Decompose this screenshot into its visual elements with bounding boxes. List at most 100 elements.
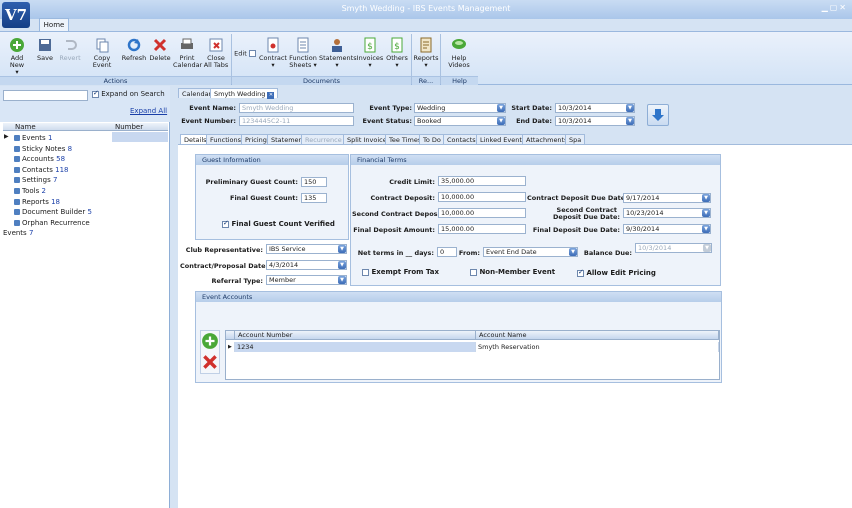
arrow-down-icon xyxy=(652,109,664,121)
tab-contacts[interactable]: Contacts xyxy=(443,134,480,144)
credit-limit-field[interactable]: 35,000.00 xyxy=(438,176,526,186)
nav-grid-header: Name Number xyxy=(3,123,168,131)
event-number-field[interactable]: 1234445C2-11 xyxy=(239,116,354,126)
close-tab-icon[interactable]: ✕ xyxy=(267,92,275,99)
nav-item[interactable]: Accounts 58 xyxy=(3,154,113,164)
expand-on-search-checkbox[interactable]: Expand on Search xyxy=(92,89,165,98)
event-type-select[interactable]: Wedding ▼ xyxy=(414,103,506,113)
function-sheets-button[interactable]: Function Sheets ▾ xyxy=(289,37,317,69)
guest-panel-title: Guest Information xyxy=(196,155,348,165)
balance-due-field[interactable]: 10/3/2014 ▼ xyxy=(635,243,712,253)
add-account-icon[interactable] xyxy=(201,332,219,350)
allow-edit-pricing-checkbox[interactable]: Allow Edit Pricing xyxy=(577,268,656,277)
tab-to-do[interactable]: To Do xyxy=(419,134,445,144)
delete-button[interactable]: Delete xyxy=(149,37,171,62)
net-terms-field[interactable]: 0 xyxy=(437,247,457,257)
invoices-button[interactable]: $ Invoices ▾ xyxy=(356,37,384,69)
event-name-label: Event Name: xyxy=(189,104,236,112)
nav-item[interactable]: Events 1 xyxy=(3,133,113,143)
tab-split-invoice[interactable]: Split Invoice xyxy=(343,134,391,144)
add-new-label: Add New xyxy=(9,54,25,69)
refresh-button[interactable]: Refresh xyxy=(121,37,147,62)
edit-button[interactable]: Edit xyxy=(233,50,257,58)
prelim-count-field[interactable]: 150 xyxy=(301,177,327,187)
nav-item[interactable]: Orphan Recurrence Events 7 xyxy=(3,218,113,237)
checkbox-icon xyxy=(470,268,477,276)
from-select[interactable]: Event End Date ▼ xyxy=(483,247,578,257)
credit-limit-label: Credit Limit: xyxy=(389,178,435,186)
contract-deposit-field[interactable]: 10,000.00 xyxy=(438,192,526,202)
nav-item[interactable]: Tools 2 xyxy=(3,186,113,196)
statements-button[interactable]: Statements ▾ xyxy=(319,37,357,69)
nav-item[interactable]: Sticky Notes 8 xyxy=(3,144,113,154)
help-videos-button[interactable]: Help Videos xyxy=(442,37,476,69)
second-deposit-field[interactable]: 10,000.00 xyxy=(438,208,526,218)
final-count-verified-checkbox[interactable]: Final Guest Count Verified xyxy=(222,219,335,228)
add-new-button[interactable]: Add New ▾ xyxy=(3,37,31,76)
remove-account-icon[interactable] xyxy=(201,353,219,371)
doc-tab-smyth-wedding[interactable]: Smyth Wedding ✕ xyxy=(210,88,279,99)
event-name-field[interactable]: Smyth Wedding xyxy=(239,103,354,113)
others-button[interactable]: $ Others ▾ xyxy=(385,37,409,69)
club-rep-select[interactable]: IBS Service ▼ xyxy=(266,244,347,254)
expand-all-link[interactable]: Expand All xyxy=(130,107,167,115)
statements-label: Statements xyxy=(319,54,357,62)
event-number-label: Event Number: xyxy=(181,117,236,125)
scd-due-value: 10/23/2014 xyxy=(626,209,664,217)
event-status-value: Booked xyxy=(417,117,442,125)
nav-item[interactable]: Document Builder 5 xyxy=(3,207,113,217)
contract-button[interactable]: Contract ▾ xyxy=(259,37,287,69)
nav-search-input[interactable] xyxy=(3,90,88,101)
revert-label: Revert xyxy=(59,54,81,62)
function-sheets-icon xyxy=(297,37,309,53)
folder-icon xyxy=(14,219,20,226)
exempt-tax-checkbox[interactable]: Exempt From Tax xyxy=(362,268,439,276)
tab-recurrence[interactable]: Recurrence xyxy=(301,134,346,144)
copy-event-button[interactable]: Copy Event xyxy=(85,37,119,69)
window-title: Smyth Wedding - IBS Events Management xyxy=(341,4,511,13)
fd-due-field[interactable]: 9/30/2014 ▼ xyxy=(623,224,711,234)
event-status-select[interactable]: Booked ▼ xyxy=(414,116,506,126)
window-controls[interactable]: ▁▢✕ xyxy=(822,3,848,12)
save-button[interactable]: Save xyxy=(34,37,56,62)
nav-item-count: 2 xyxy=(41,187,46,195)
close-all-tabs-button[interactable]: Close All Tabs xyxy=(203,37,229,69)
revert-button[interactable]: Revert xyxy=(58,37,82,62)
group-re: Re... xyxy=(412,76,440,85)
print-calendar-button[interactable]: Print Calendar xyxy=(173,37,202,69)
nav-item[interactable]: Contacts 118 xyxy=(3,165,113,175)
tab-functions[interactable]: Functions xyxy=(206,134,246,144)
account-name-cell[interactable]: Smyth Reservation xyxy=(476,342,719,352)
nav-item-count: 7 xyxy=(52,176,58,185)
end-date-field[interactable]: 10/3/2014 ▼ xyxy=(555,116,635,126)
move-down-button[interactable] xyxy=(647,104,669,126)
chevron-down-icon: ▼ xyxy=(338,245,346,253)
tab-spa[interactable]: Spa xyxy=(565,134,586,144)
scd-due-field[interactable]: 10/23/2014 ▼ xyxy=(623,208,711,218)
referral-type-select[interactable]: Member ▼ xyxy=(266,275,347,285)
final-count-field[interactable]: 135 xyxy=(301,193,327,203)
start-date-field[interactable]: 10/3/2014 ▼ xyxy=(555,103,635,113)
svg-text:$: $ xyxy=(394,42,400,52)
account-number-cell[interactable]: 1234 xyxy=(235,342,476,352)
checkbox-icon xyxy=(577,268,584,277)
invoices-icon: $ xyxy=(364,37,376,53)
nav-item-count: 18 xyxy=(51,197,61,206)
row-header-corner xyxy=(226,331,235,340)
contract-label: Contract xyxy=(259,54,287,62)
non-member-checkbox[interactable]: Non-Member Event xyxy=(470,268,555,276)
second-deposit-label: Second Contract Deposit: xyxy=(352,210,446,218)
event-type-label: Event Type: xyxy=(369,104,412,112)
contract-date-label: Contract/Proposal Date: xyxy=(180,262,269,270)
event-status-label: Event Status: xyxy=(362,117,412,125)
group-help: Help xyxy=(441,76,478,85)
cd-due-field[interactable]: 9/17/2014 ▼ xyxy=(623,193,711,203)
app-logo[interactable]: V7 xyxy=(2,2,30,28)
nav-item[interactable]: Settings 7 xyxy=(3,175,113,185)
reports-button[interactable]: Reports ▾ xyxy=(413,37,439,69)
final-deposit-field[interactable]: 15,000.00 xyxy=(438,224,526,234)
contract-date-field[interactable]: 4/3/2014 ▼ xyxy=(266,260,347,270)
tab-home[interactable]: Home xyxy=(39,18,69,32)
all-tabs-label: All Tabs xyxy=(203,61,229,69)
nav-item[interactable]: Reports 18 xyxy=(3,197,113,207)
